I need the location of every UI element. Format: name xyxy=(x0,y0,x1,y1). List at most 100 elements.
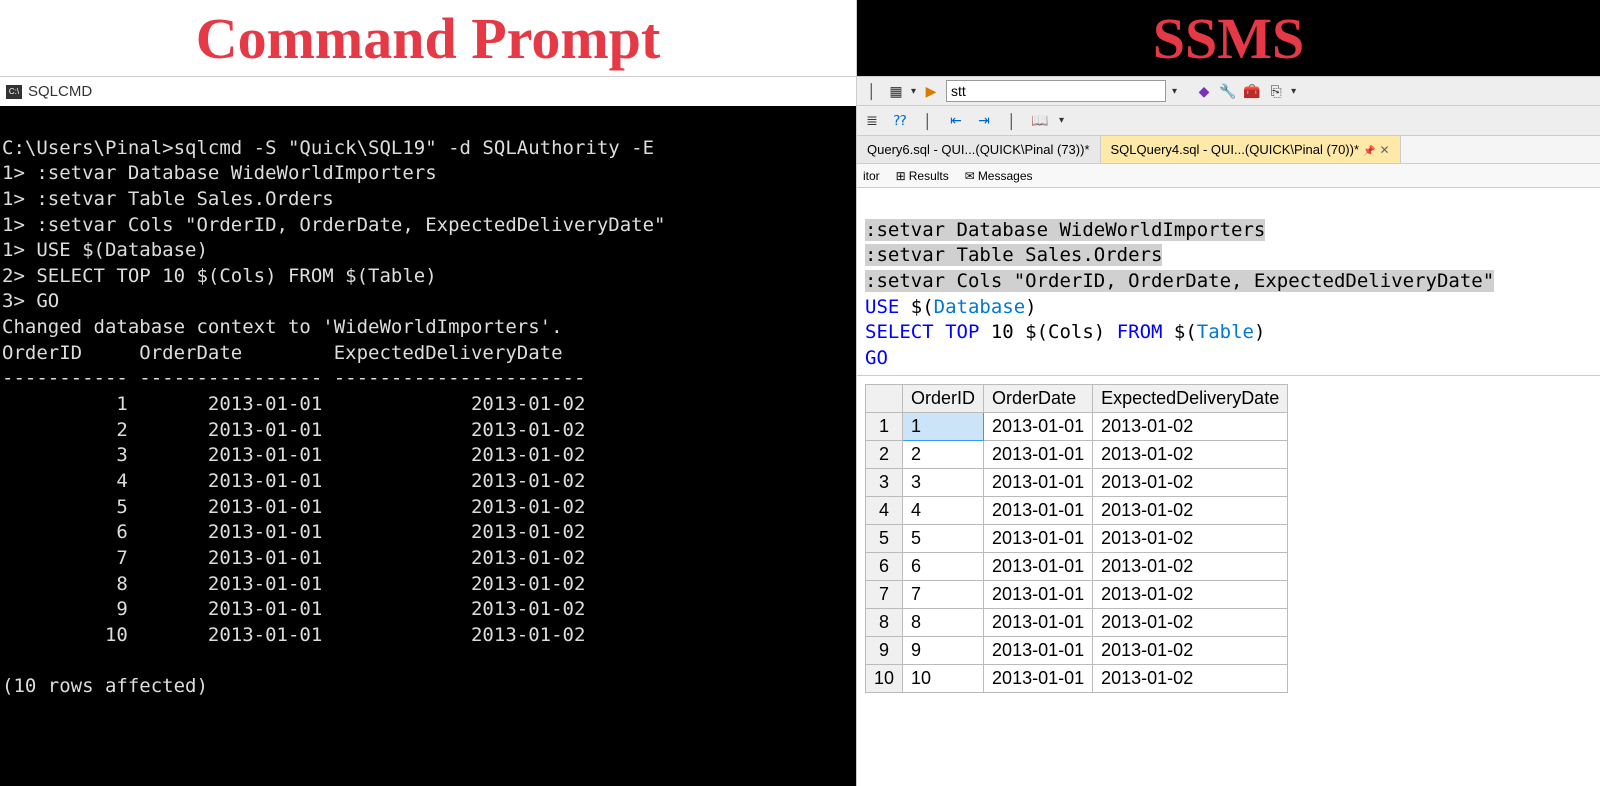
data-cell[interactable]: 2013-01-02 xyxy=(1093,609,1288,637)
column-header[interactable] xyxy=(866,385,903,413)
data-cell[interactable]: 2013-01-02 xyxy=(1093,413,1288,441)
data-cell[interactable]: 2013-01-01 xyxy=(984,553,1093,581)
row-number-cell[interactable]: 1 xyxy=(866,413,903,441)
row-number-cell[interactable]: 5 xyxy=(866,525,903,553)
table-row[interactable]: 662013-01-012013-01-02 xyxy=(866,553,1288,581)
data-cell[interactable]: 2013-01-02 xyxy=(1093,553,1288,581)
column-header[interactable]: OrderID xyxy=(903,385,984,413)
data-cell[interactable]: 8 xyxy=(903,609,984,637)
data-cell[interactable]: 2013-01-02 xyxy=(1093,581,1288,609)
dropdown-icon-3[interactable]: ▾ xyxy=(1291,86,1296,97)
tab-label: SQLQuery4.sql - QUI...(QUICK\Pinal (70))… xyxy=(1111,142,1360,157)
data-cell[interactable]: 4 xyxy=(903,497,984,525)
table-row[interactable]: 882013-01-012013-01-02 xyxy=(866,609,1288,637)
data-cell[interactable]: 2013-01-02 xyxy=(1093,441,1288,469)
dropdown-icon-2[interactable]: ▾ xyxy=(1172,86,1177,97)
data-cell[interactable]: 10 xyxy=(903,665,984,693)
data-cell[interactable]: 2013-01-02 xyxy=(1093,525,1288,553)
sql-editor[interactable]: :setvar Database WideWorldImporters :set… xyxy=(857,188,1600,375)
data-cell[interactable]: 2013-01-01 xyxy=(984,637,1093,665)
data-cell[interactable]: 2013-01-01 xyxy=(984,609,1093,637)
data-cell[interactable]: 2013-01-02 xyxy=(1093,665,1288,693)
data-cell[interactable]: 2013-01-01 xyxy=(984,469,1093,497)
table-row[interactable]: 222013-01-012013-01-02 xyxy=(866,441,1288,469)
arrow-right-icon[interactable]: ⇥ xyxy=(975,112,993,130)
ssms-tabs: Query6.sql - QUI...(QUICK\Pinal (73))* SQ… xyxy=(857,136,1600,164)
command-prompt-panel: Command Prompt C:\ SQLCMD C:\Users\Pinal… xyxy=(0,0,856,786)
grid-icon: ⊞ xyxy=(896,169,906,183)
data-cell[interactable]: 1 xyxy=(903,413,984,441)
subtab-editor[interactable]: itor xyxy=(859,167,884,185)
quick-launch-input[interactable] xyxy=(946,80,1166,102)
data-cell[interactable]: 2013-01-01 xyxy=(984,665,1093,693)
close-icon[interactable]: ✕ xyxy=(1379,143,1389,157)
data-cell[interactable]: 3 xyxy=(903,469,984,497)
results-pane: OrderIDOrderDateExpectedDeliveryDate1120… xyxy=(857,375,1600,786)
book-icon[interactable]: 📖 xyxy=(1031,112,1049,130)
data-cell[interactable]: 2013-01-02 xyxy=(1093,469,1288,497)
editor-line-2: :setvar Table Sales.Orders xyxy=(865,244,1162,266)
row-number-cell[interactable]: 2 xyxy=(866,441,903,469)
table-row[interactable]: 332013-01-012013-01-02 xyxy=(866,469,1288,497)
indent-icon[interactable]: ≣ xyxy=(863,112,881,130)
row-number-cell[interactable]: 6 xyxy=(866,553,903,581)
ssms-subtabs: itor ⊞Results ✉Messages xyxy=(857,164,1600,188)
cmd-titlebar-text: SQLCMD xyxy=(28,83,92,100)
row-number-cell[interactable]: 9 xyxy=(866,637,903,665)
toolbar-separator: │ xyxy=(863,82,881,100)
left-header: Command Prompt xyxy=(0,0,856,76)
data-cell[interactable]: 9 xyxy=(903,637,984,665)
data-cell[interactable]: 7 xyxy=(903,581,984,609)
table-row[interactable]: 10102013-01-012013-01-02 xyxy=(866,665,1288,693)
subtab-messages[interactable]: ✉Messages xyxy=(961,167,1037,185)
data-cell[interactable]: 2013-01-01 xyxy=(984,441,1093,469)
row-number-cell[interactable]: 10 xyxy=(866,665,903,693)
data-cell[interactable]: 2013-01-01 xyxy=(984,581,1093,609)
column-header[interactable]: OrderDate xyxy=(984,385,1093,413)
row-number-cell[interactable]: 4 xyxy=(866,497,903,525)
data-cell[interactable]: 2013-01-02 xyxy=(1093,637,1288,665)
ssms-panel: SSMS │ ▦ ▾ ▶ ▾ ◆ 🔧 🧰 ⎘ ▾ ≣ ⁇ │ ⇤ ⇥ │ 📖 ▾… xyxy=(856,0,1600,786)
cmd-body[interactable]: C:\Users\Pinal>sqlcmd -S "Quick\SQL19" -… xyxy=(0,106,856,786)
editor-line-1: :setvar Database WideWorldImporters xyxy=(865,219,1265,241)
toolbar-separator-3: │ xyxy=(1003,112,1021,130)
data-cell[interactable]: 2013-01-02 xyxy=(1093,497,1288,525)
chart-icon[interactable]: ▦ xyxy=(887,82,905,100)
cmd-window-icon: C:\ xyxy=(6,85,22,99)
document-tab[interactable]: SQLQuery4.sql - QUI...(QUICK\Pinal (70))… xyxy=(1101,136,1401,163)
left-title: Command Prompt xyxy=(196,5,661,72)
messages-icon: ✉ xyxy=(965,169,975,183)
subtab-results[interactable]: ⊞Results xyxy=(892,167,953,185)
wrench-icon[interactable]: 🔧 xyxy=(1219,82,1237,100)
row-number-cell[interactable]: 8 xyxy=(866,609,903,637)
document-tab[interactable]: Query6.sql - QUI...(QUICK\Pinal (73))* xyxy=(857,136,1101,163)
arrow-left-icon[interactable]: ⇤ xyxy=(947,112,965,130)
row-number-cell[interactable]: 3 xyxy=(866,469,903,497)
data-cell[interactable]: 2013-01-01 xyxy=(984,497,1093,525)
ssms-toolbar-2: ≣ ⁇ │ ⇤ ⇥ │ 📖 ▾ xyxy=(857,106,1600,136)
column-header[interactable]: ExpectedDeliveryDate xyxy=(1093,385,1288,413)
pin-icon[interactable] xyxy=(1363,142,1375,157)
export-icon[interactable]: ⎘ xyxy=(1267,82,1285,100)
results-grid[interactable]: OrderIDOrderDateExpectedDeliveryDate1120… xyxy=(865,384,1288,693)
table-row[interactable]: 442013-01-012013-01-02 xyxy=(866,497,1288,525)
vs-icon[interactable]: ◆ xyxy=(1195,82,1213,100)
data-cell[interactable]: 2 xyxy=(903,441,984,469)
table-row[interactable]: 772013-01-012013-01-02 xyxy=(866,581,1288,609)
row-number-cell[interactable]: 7 xyxy=(866,581,903,609)
data-cell[interactable]: 2013-01-01 xyxy=(984,413,1093,441)
table-row[interactable]: 112013-01-012013-01-02 xyxy=(866,413,1288,441)
outdent-icon[interactable]: ⁇ xyxy=(891,112,909,130)
data-cell[interactable]: 6 xyxy=(903,553,984,581)
dropdown-icon[interactable]: ▾ xyxy=(911,86,916,97)
toolbar-separator-2: │ xyxy=(919,112,937,130)
data-cell[interactable]: 2013-01-01 xyxy=(984,525,1093,553)
data-cell[interactable]: 5 xyxy=(903,525,984,553)
tab-label: Query6.sql - QUI...(QUICK\Pinal (73))* xyxy=(867,142,1090,157)
toolbox-icon[interactable]: 🧰 xyxy=(1243,82,1261,100)
search-start-icon[interactable]: ▶ xyxy=(922,82,940,100)
table-row[interactable]: 552013-01-012013-01-02 xyxy=(866,525,1288,553)
table-row[interactable]: 992013-01-012013-01-02 xyxy=(866,637,1288,665)
dropdown-icon-4[interactable]: ▾ xyxy=(1059,115,1064,126)
editor-line-3: :setvar Cols "OrderID, OrderDate, Expect… xyxy=(865,270,1494,292)
